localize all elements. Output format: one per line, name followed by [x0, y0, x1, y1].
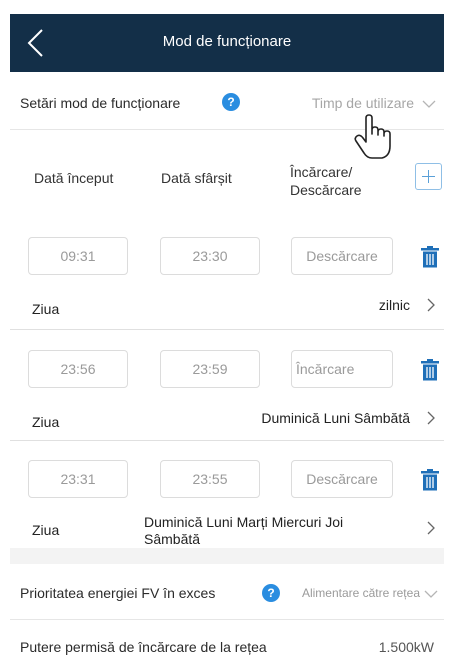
repeat-days-value-line2[interactable]: Sâmbătă — [144, 531, 200, 547]
app-header: Mod de funcționare — [10, 14, 444, 72]
trash-icon[interactable] — [421, 246, 439, 268]
repeat-days-value[interactable]: zilnic — [379, 297, 410, 313]
day-label: Ziua — [32, 414, 60, 430]
help-icon[interactable]: ? — [262, 584, 280, 602]
grid-charge-power-row[interactable]: Putere permisă de încărcare de la rețea … — [10, 620, 444, 671]
schedule-item: 23:31 23:55 Descărcare Ziua Duminică Lun… — [10, 460, 444, 548]
divider — [10, 440, 444, 441]
charge-mode-header-line2: Descărcare — [290, 182, 362, 198]
add-schedule-button[interactable] — [415, 163, 442, 190]
day-label: Ziua — [32, 301, 60, 317]
charge-mode-header-line1: Încărcare/ — [290, 164, 353, 180]
charge-mode-select[interactable]: Descărcare — [291, 460, 393, 498]
start-time-input[interactable]: 23:56 — [28, 350, 128, 388]
end-time-input[interactable]: 23:55 — [160, 460, 260, 498]
start-time-input[interactable]: 09:31 — [28, 237, 128, 275]
start-time-input[interactable]: 23:31 — [28, 460, 128, 498]
trash-icon[interactable] — [421, 469, 439, 491]
end-time-input[interactable]: 23:30 — [160, 237, 260, 275]
schedule-item: 23:56 23:59 Încărcare Ziua Duminică Luni… — [10, 350, 444, 440]
grid-charge-power-label: Putere permisă de încărcare de la rețea — [20, 639, 267, 655]
hand-pointer-icon — [354, 114, 391, 159]
end-time-input[interactable]: 23:59 — [160, 350, 260, 388]
chevron-right-icon[interactable] — [426, 411, 436, 425]
section-divider — [10, 548, 444, 564]
grid-charge-power-value[interactable]: 1.500kW — [379, 639, 434, 655]
chevron-right-icon[interactable] — [426, 298, 436, 312]
excess-pv-priority-value[interactable]: Alimentare către rețea — [302, 586, 420, 600]
divider — [10, 329, 444, 330]
schedule-item: 09:31 23:30 Descărcare Ziua zilnic — [10, 237, 444, 329]
charge-mode-select[interactable]: Descărcare — [291, 237, 393, 275]
charge-mode-select[interactable]: Încărcare — [291, 350, 393, 388]
end-time-header: Dată sfârșit — [161, 170, 232, 186]
excess-pv-priority-label: Prioritatea energiei FV în exces — [20, 585, 216, 601]
excess-pv-priority-row[interactable]: Prioritatea energiei FV în exces ? Alime… — [10, 564, 444, 620]
page-title: Mod de funcționare — [162, 33, 292, 50]
help-icon[interactable]: ? — [222, 93, 240, 111]
day-label: Ziua — [32, 522, 60, 538]
chevron-right-icon[interactable] — [426, 521, 436, 535]
repeat-days-value[interactable]: Duminică Luni Sâmbătă — [261, 410, 410, 426]
trash-icon[interactable] — [421, 359, 439, 381]
chevron-down-icon[interactable] — [422, 99, 436, 109]
operating-mode-value[interactable]: Timp de utilizare — [312, 95, 414, 111]
chevron-down-icon[interactable] — [424, 589, 438, 599]
start-time-header: Dată început — [34, 170, 114, 186]
repeat-days-value-line1[interactable]: Duminică Luni Marți Miercuri Joi — [144, 514, 343, 530]
operating-mode-label: Setări mod de funcționare — [20, 95, 181, 111]
